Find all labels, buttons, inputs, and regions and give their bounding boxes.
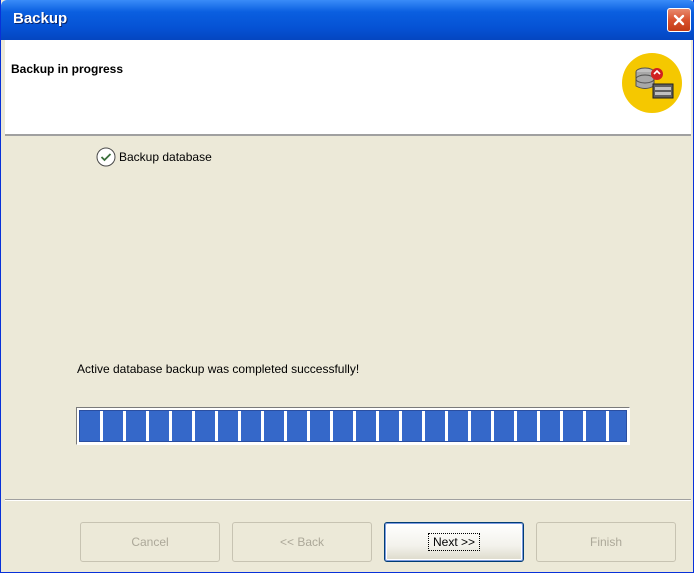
- finish-label: Finish: [589, 535, 622, 549]
- header-panel: Backup in progress: [5, 40, 691, 136]
- check-circle-icon: [96, 147, 116, 167]
- separator: [5, 499, 691, 501]
- finish-button[interactable]: Finish: [536, 522, 676, 562]
- title-bar[interactable]: Backup: [1, 0, 694, 40]
- close-icon: [673, 14, 685, 26]
- next-label: Next >>: [427, 533, 481, 551]
- next-button[interactable]: Next >>: [384, 522, 524, 562]
- close-button[interactable]: [667, 8, 691, 32]
- cancel-button[interactable]: Cancel: [80, 522, 220, 562]
- task-label: Backup database: [119, 150, 212, 164]
- backup-dialog: Backup Backup in progress Backup databas…: [0, 0, 694, 573]
- status-message: Active database backup was completed suc…: [77, 362, 360, 376]
- cancel-label: Cancel: [131, 535, 169, 549]
- task-backup-database: Backup database: [95, 146, 212, 168]
- header-title: Backup in progress: [11, 62, 124, 76]
- window-title: Backup: [13, 10, 68, 27]
- progress-fill: [79, 410, 627, 442]
- back-button[interactable]: << Back: [232, 522, 372, 562]
- back-label: << Back: [279, 535, 325, 549]
- database-backup-icon: [622, 53, 682, 113]
- progress-bar: [76, 407, 630, 445]
